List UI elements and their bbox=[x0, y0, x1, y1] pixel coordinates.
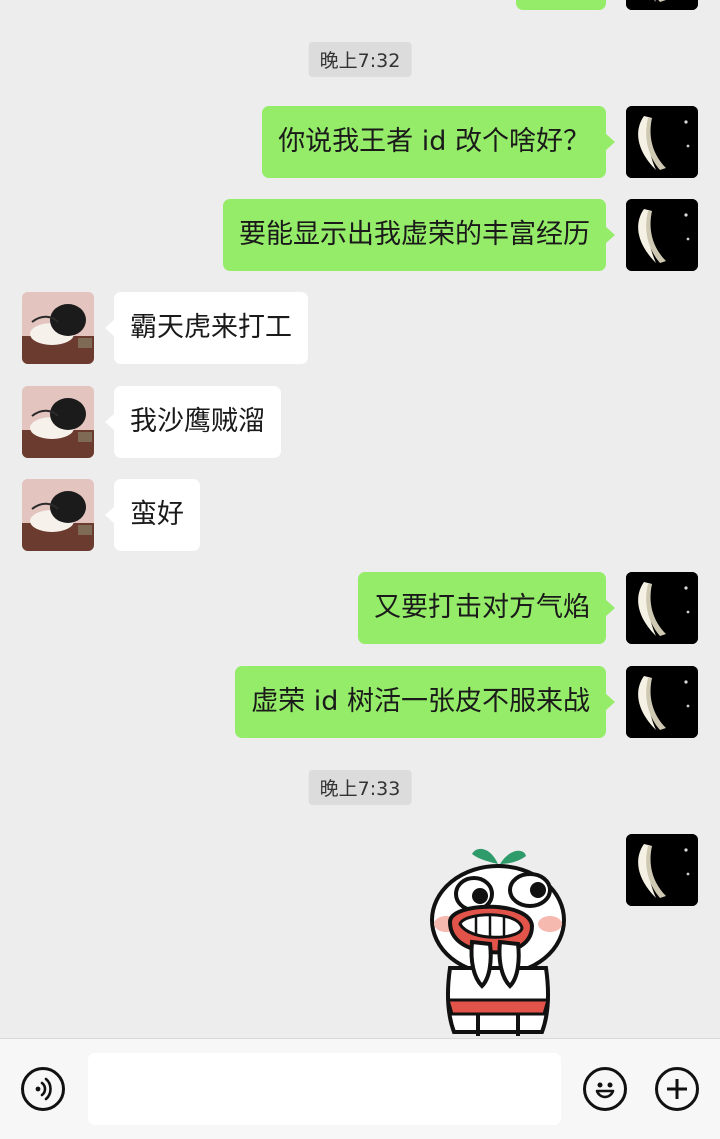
laughing-cartoon-sticker[interactable] bbox=[420, 836, 580, 1038]
my-avatar[interactable] bbox=[626, 572, 698, 644]
message-bubble[interactable]: 你说我王者 id 改个啥好？ bbox=[262, 106, 615, 178]
my-avatar[interactable] bbox=[626, 199, 698, 271]
peer-avatar[interactable] bbox=[22, 479, 94, 551]
timestamp: 晚上7:33 bbox=[308, 770, 412, 805]
message-input[interactable] bbox=[88, 1053, 561, 1125]
message-text: 虚荣 id 树活一张皮不服来战 bbox=[251, 686, 590, 717]
message-bubble[interactable]: 蛮好 bbox=[105, 479, 200, 551]
message-text: 又要打击对方气焰 bbox=[374, 592, 590, 623]
peer-avatar[interactable] bbox=[22, 386, 94, 458]
voice-icon[interactable] bbox=[21, 1067, 65, 1111]
message-bubble[interactable]: 霸天虎来打工 bbox=[105, 292, 308, 364]
message-text: 我沙鹰贼溜 bbox=[130, 406, 265, 437]
my-avatar[interactable] bbox=[626, 0, 698, 10]
message-text: 霸天虎来打工 bbox=[130, 312, 292, 343]
emoji-icon[interactable] bbox=[583, 1067, 627, 1111]
timestamp: 晚上7:32 bbox=[308, 42, 412, 77]
chat-area[interactable]: 晚上7:32 你说我王者 id 改个啥好？ 要能显示出我虚荣的丰富经历 霸天虎来… bbox=[0, 0, 720, 1038]
input-bar bbox=[0, 1038, 720, 1139]
peer-avatar[interactable] bbox=[22, 292, 94, 364]
message-bubble[interactable]: 虚荣 id 树活一张皮不服来战 bbox=[235, 666, 615, 738]
message-bubble[interactable]: 我沙鹰贼溜 bbox=[105, 386, 281, 458]
message-bubble[interactable]: 要能显示出我虚荣的丰富经历 bbox=[223, 199, 615, 271]
plus-icon[interactable] bbox=[655, 1067, 699, 1111]
my-avatar[interactable] bbox=[626, 834, 698, 906]
message-bubble[interactable]: 又要打击对方气焰 bbox=[358, 572, 615, 644]
message-text: 蛮好 bbox=[130, 499, 184, 530]
my-avatar[interactable] bbox=[626, 666, 698, 738]
message-text: 要能显示出我虚荣的丰富经历 bbox=[239, 219, 590, 250]
my-avatar[interactable] bbox=[626, 106, 698, 178]
message-text: 你说我王者 id 改个啥好？ bbox=[278, 126, 590, 157]
message-bubble-partial[interactable] bbox=[516, 0, 606, 10]
